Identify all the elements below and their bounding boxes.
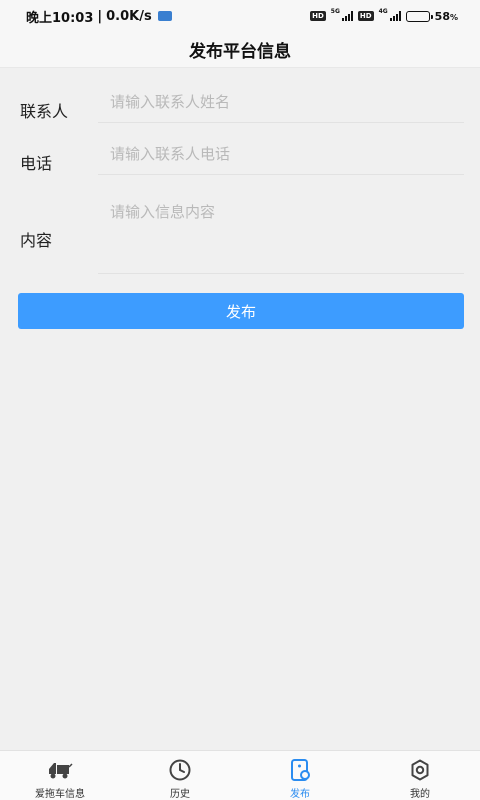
contact-name-input[interactable] [98,82,464,123]
publish-form: 联系人 电话 内容 [0,68,480,274]
network-speed: 0.0K/s [106,8,152,24]
nav-label-info: 爱拖车信息 [35,789,85,800]
status-divider: | [97,8,103,24]
publish-icon [291,759,310,781]
status-bar: 晚上10:03 | 0.0K/s HD 5G HD 4G 58% [0,0,480,32]
contact-label: 联系人 [20,102,69,121]
nav-item-mine[interactable]: 我的 [360,751,480,800]
nav-item-publish[interactable]: 发布 [240,751,360,800]
content-label: 内容 [20,231,53,250]
data-saver-icon [157,11,172,21]
content-row: 内容 [0,172,480,274]
bottom-nav: 爱拖车信息 历史 发布 我的 [0,750,480,800]
battery-icon [405,10,433,22]
content-textarea[interactable] [98,190,464,274]
status-right: HD 5G HD 4G 58% [310,7,458,23]
nav-item-info[interactable]: 爱拖车信息 [0,751,120,800]
nav-item-history[interactable]: 历史 [120,751,240,800]
signal-icon-1 [341,11,353,21]
title-bar: 发布平台信息 [0,32,480,68]
clock-icon [169,759,191,781]
page-title: 发布平台信息 [189,42,291,62]
contact-row: 联系人 [0,68,480,123]
publish-button[interactable]: 发布 [18,293,464,329]
signal-icon-2 [389,11,401,21]
phone-row: 电话 [0,120,480,175]
nav-label-mine: 我的 [410,789,430,800]
network-type-1: 5G [330,7,340,15]
battery-percent: 58% [434,9,458,23]
gear-icon [411,759,429,781]
nav-label-history: 历史 [170,789,190,800]
hd-badge-1: HD [310,11,326,21]
status-left: 晚上10:03 | 0.0K/s [26,7,172,26]
tow-truck-icon [49,763,73,779]
status-time: 晚上10:03 [26,10,94,26]
phone-label: 电话 [20,154,53,173]
hd-badge-2: HD [357,11,374,21]
phone-input[interactable] [98,134,464,175]
nav-label-publish: 发布 [290,789,310,800]
network-type-2: 4G [378,7,388,15]
